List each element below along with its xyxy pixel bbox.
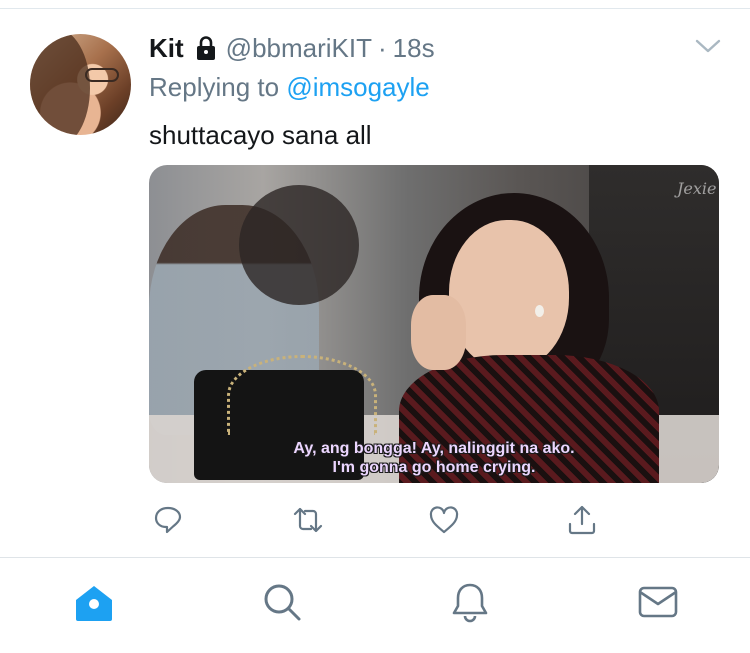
separator-dot: · [378,32,387,63]
tweet-text: shuttacayo sana all [149,120,372,150]
replying-to: Replying to @imsogayle [149,72,430,103]
media-watermark: Jexie [677,179,717,198]
bottom-tab-bar [0,558,750,653]
chevron-down-icon[interactable] [694,36,722,56]
tweet-header: Kit @bbmariKIT · 18s [149,32,435,64]
avatar[interactable] [30,34,131,135]
bell-icon[interactable] [448,580,492,624]
media-subtitles: Ay, ang bongga! Ay, nalinggit na ako. I'… [149,439,719,477]
top-divider [0,8,750,9]
subtitle-line-2: I'm gonna go home crying. [332,459,536,476]
retweet-icon[interactable] [292,504,324,536]
timestamp[interactable]: 18s [393,33,435,64]
home-icon[interactable] [72,580,116,624]
replying-prefix: Replying to [149,72,280,102]
share-icon[interactable] [566,504,598,536]
tweet-actions [0,500,750,540]
lock-icon [192,34,220,62]
reply-mention-link[interactable]: @imsogayle [286,72,429,102]
subtitle-line-1: Ay, ang bongga! Ay, nalinggit na ako. [293,440,575,457]
display-name[interactable]: Kit [149,33,184,64]
reply-icon[interactable] [152,504,184,536]
mail-icon[interactable] [636,580,680,624]
heart-icon[interactable] [428,504,460,536]
user-handle[interactable]: @bbmariKIT [226,33,372,64]
search-icon[interactable] [260,580,304,624]
tweet-media-image[interactable]: Jexie Ay, ang bongga! Ay, nalinggit na a… [149,165,719,483]
